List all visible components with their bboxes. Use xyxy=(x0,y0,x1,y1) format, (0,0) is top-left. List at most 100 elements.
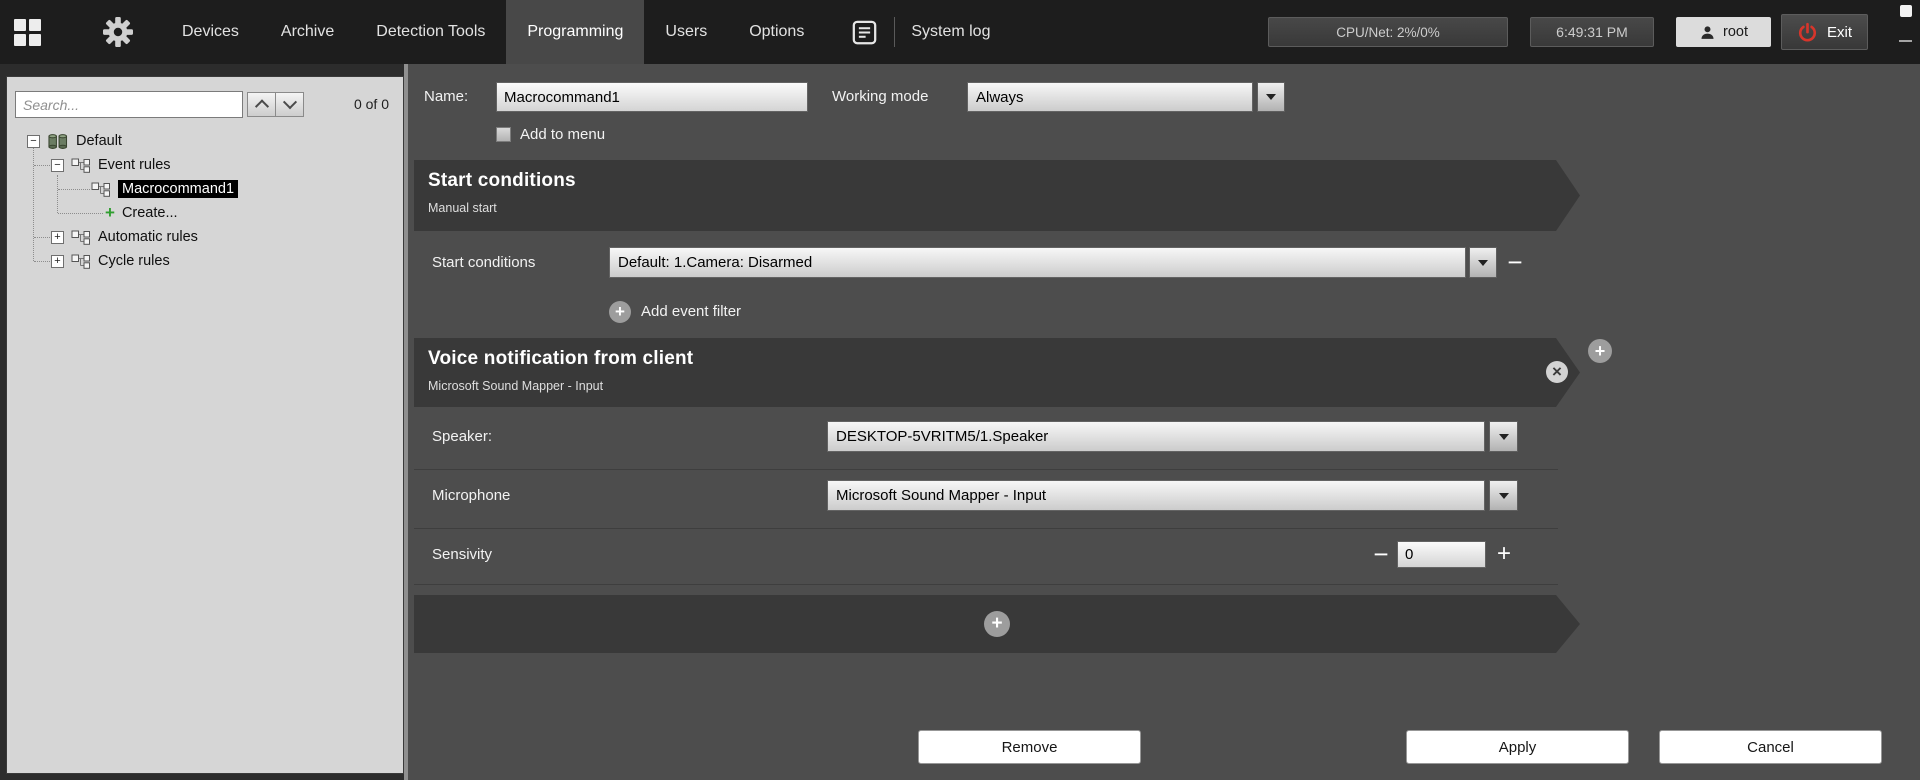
exit-button[interactable]: Exit xyxy=(1781,14,1868,50)
tree-line xyxy=(58,189,90,190)
add-section-button[interactable]: + xyxy=(984,611,1010,637)
voice-notification-banner: Voice notification from client Microsoft… xyxy=(414,338,1580,407)
microphone-dropdown-arrow[interactable] xyxy=(1489,480,1518,511)
microphone-dropdown[interactable]: Microsoft Sound Mapper - Input xyxy=(827,480,1485,511)
database-icon xyxy=(47,133,69,150)
tree-item-label: Automatic rules xyxy=(98,229,198,245)
sensitivity-increase-button[interactable]: + xyxy=(1491,539,1517,569)
menu-devices[interactable]: Devices xyxy=(161,0,260,64)
remove-condition-button[interactable]: − xyxy=(1502,247,1528,277)
collapse-box-icon[interactable]: − xyxy=(27,135,40,148)
apps-grid-square xyxy=(14,19,26,31)
apps-grid-square xyxy=(14,34,26,46)
tree-item-label: Default xyxy=(76,133,122,149)
collapse-box-icon[interactable]: − xyxy=(51,159,64,172)
add-event-filter-icon[interactable]: + xyxy=(609,301,631,323)
menu-detection-tools[interactable]: Detection Tools xyxy=(355,0,506,64)
apps-grid-icon[interactable] xyxy=(14,19,41,46)
menubar-right-group: CPU/Net: 2%/0% 6:49:31 PM root Exit xyxy=(1268,14,1868,50)
section-subtitle: Microsoft Sound Mapper - Input xyxy=(414,370,1580,393)
search-next-button[interactable] xyxy=(275,92,304,117)
start-conditions-banner: Start conditions Manual start xyxy=(414,160,1580,231)
window-minimize-icon[interactable] xyxy=(1899,40,1912,42)
sensitivity-decrease-button[interactable]: − xyxy=(1368,539,1394,569)
add-to-menu-label: Add to menu xyxy=(520,120,605,150)
clock-display: 6:49:31 PM xyxy=(1530,17,1654,47)
add-action-button[interactable]: + xyxy=(1588,339,1612,363)
tree-item-label-selected: Macrocommand1 xyxy=(118,180,238,198)
macrocommand-editor: Name: Working mode Always Add to menu St… xyxy=(408,64,1920,780)
tree-item-create[interactable]: + Create... xyxy=(105,201,178,225)
tree-line xyxy=(57,175,58,213)
system-log-button[interactable]: System log xyxy=(911,23,990,41)
tree-line xyxy=(58,213,103,214)
tree-item-default[interactable]: − Default xyxy=(27,129,122,153)
search-input[interactable] xyxy=(15,91,243,118)
menu-archive[interactable]: Archive xyxy=(260,0,355,64)
speaker-label: Speaker: xyxy=(432,421,492,452)
chevron-up-icon xyxy=(254,99,268,113)
chevron-down-icon xyxy=(282,95,296,109)
sensitivity-label: Sensivity xyxy=(432,539,492,570)
search-result-count: 0 of 0 xyxy=(354,96,389,112)
tree-item-automatic-rules[interactable]: + Automatic rules xyxy=(51,225,198,249)
tree-item-macrocommand1[interactable]: Macrocommand1 xyxy=(91,177,238,201)
remove-action-button[interactable]: × xyxy=(1546,361,1568,383)
sensitivity-input[interactable] xyxy=(1397,541,1486,568)
add-section-banner: + xyxy=(414,595,1580,653)
speaker-dropdown[interactable]: DESKTOP-5VRITM5/1.Speaker xyxy=(827,421,1485,452)
remove-button[interactable]: Remove xyxy=(918,730,1141,764)
cancel-button[interactable]: Cancel xyxy=(1659,730,1882,764)
start-conditions-row-label: Start conditions xyxy=(432,247,535,278)
row-separator xyxy=(414,469,1558,470)
system-log-icon[interactable] xyxy=(851,19,878,46)
top-menubar: Devices Archive Detection Tools Programm… xyxy=(0,0,1920,64)
window-restore-icon[interactable] xyxy=(1900,5,1912,17)
tree-line xyxy=(34,237,50,238)
apply-button[interactable]: Apply xyxy=(1406,730,1629,764)
speaker-dropdown-arrow[interactable] xyxy=(1489,421,1518,452)
section-title: Start conditions xyxy=(414,160,1580,192)
expand-box-icon[interactable]: + xyxy=(51,231,64,244)
menu-users[interactable]: Users xyxy=(644,0,728,64)
tree-item-event-rules[interactable]: − Event rules xyxy=(51,153,171,177)
cpu-net-indicator[interactable]: CPU/Net: 2%/0% xyxy=(1268,17,1508,47)
exit-label: Exit xyxy=(1827,24,1852,41)
menu-options[interactable]: Options xyxy=(728,0,825,64)
person-icon xyxy=(1699,24,1716,41)
settings-gear-button[interactable] xyxy=(103,17,133,47)
apps-grid-square xyxy=(29,34,41,46)
name-input[interactable] xyxy=(496,82,808,112)
working-mode-dropdown-arrow[interactable] xyxy=(1257,82,1285,112)
microphone-label: Microphone xyxy=(432,480,510,511)
power-icon xyxy=(1797,22,1818,43)
menu-programming[interactable]: Programming xyxy=(506,0,644,64)
rules-tree-panel: 0 of 0 − Default − Event rules xyxy=(6,76,404,774)
main-menu: Devices Archive Detection Tools Programm… xyxy=(161,0,825,64)
tree-item-label: Event rules xyxy=(98,157,171,173)
name-label: Name: xyxy=(424,82,468,112)
start-condition-dropdown[interactable]: Default: 1.Camera: Disarmed xyxy=(609,247,1466,278)
start-condition-dropdown-arrow[interactable] xyxy=(1469,247,1497,278)
user-badge[interactable]: root xyxy=(1676,17,1771,47)
search-prev-button[interactable] xyxy=(247,92,276,117)
working-mode-dropdown[interactable]: Always xyxy=(967,82,1253,112)
create-plus-icon: + xyxy=(105,206,115,220)
rule-icon xyxy=(71,254,91,269)
tree-item-cycle-rules[interactable]: + Cycle rules xyxy=(51,249,170,273)
rule-icon xyxy=(71,230,91,245)
menubar-divider xyxy=(894,17,895,47)
add-to-menu-checkbox[interactable] xyxy=(496,127,511,142)
row-separator xyxy=(414,584,1558,585)
tree-line xyxy=(34,165,50,166)
working-mode-label: Working mode xyxy=(832,82,928,112)
tree-item-label: Cycle rules xyxy=(98,253,170,269)
rule-icon xyxy=(71,158,91,173)
tree-line xyxy=(34,261,50,262)
section-title: Voice notification from client xyxy=(414,338,1580,370)
gear-icon xyxy=(103,17,133,47)
expand-box-icon[interactable]: + xyxy=(51,255,64,268)
row-separator xyxy=(414,528,1558,529)
add-event-filter-label[interactable]: Add event filter xyxy=(641,301,741,323)
tree-item-label: Create... xyxy=(122,205,178,221)
